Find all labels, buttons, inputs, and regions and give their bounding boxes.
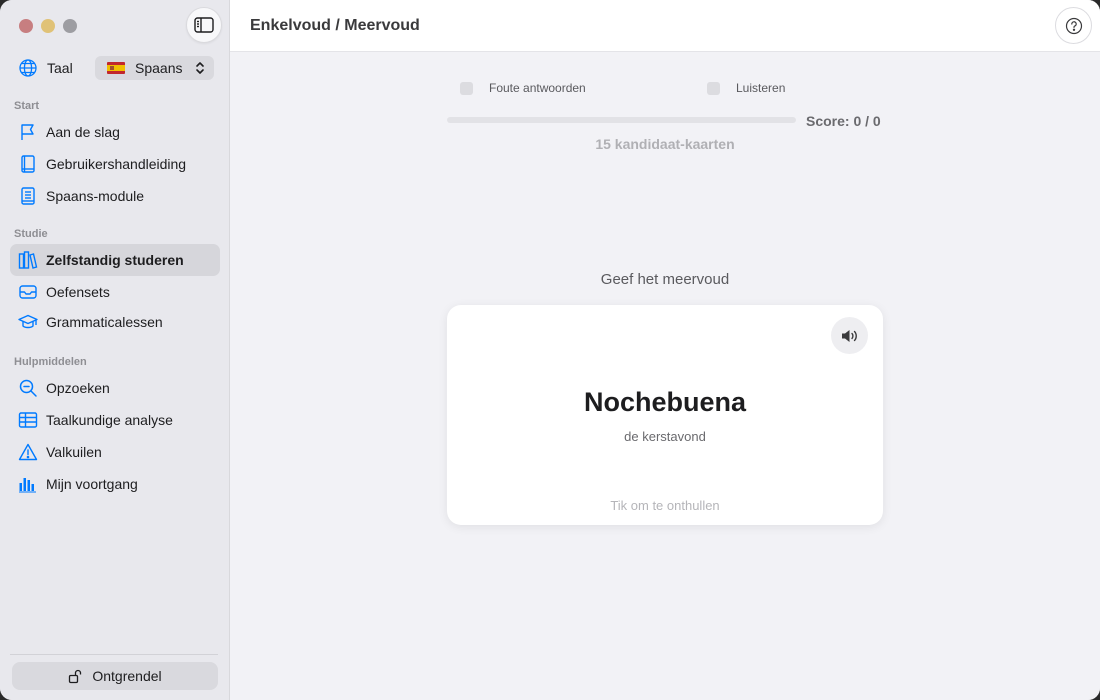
spain-flag-icon (107, 62, 125, 74)
unlock-icon (69, 669, 82, 683)
main-content: Enkelvoud / Meervoud Foute antwoorden Lu… (230, 0, 1100, 700)
sidebar-item-gebruikershandleiding[interactable]: Gebruikershandleiding (10, 148, 220, 180)
listen-label: Luisteren (736, 81, 786, 95)
sidebar-item-label: Oefensets (46, 284, 110, 300)
sidebar-item-oefensets[interactable]: Oefensets (10, 276, 220, 308)
help-button[interactable] (1055, 7, 1092, 44)
sidebar-item-opzoeken[interactable]: Opzoeken (10, 372, 220, 404)
score-label: Score: 0 / 0 (806, 113, 881, 129)
sidebar-item-label: Opzoeken (46, 380, 110, 396)
section-title-start: Start (14, 100, 40, 112)
wrong-answers-checkbox[interactable] (460, 81, 473, 95)
card-translation: de kerstavond (624, 429, 706, 444)
window-controls (19, 19, 77, 33)
candidate-count: 15 kandidaat-kaarten (595, 136, 735, 152)
sidebar-item-valkuilen[interactable]: Valkuilen (10, 436, 220, 468)
sidebar-item-label: Mijn voortgang (46, 476, 138, 492)
listen-option[interactable]: Luisteren (707, 80, 785, 96)
books-icon (18, 250, 38, 270)
sidebar-item-label: Valkuilen (46, 444, 102, 460)
language-value: Spaans (135, 60, 183, 76)
section-title-hulpmiddelen: Hulpmiddelen (14, 356, 87, 368)
sidebar-item-aan-de-slag[interactable]: Aan de slag (10, 116, 220, 148)
sidebar-item-zelfstandig-studeren[interactable]: Zelfstandig studeren (10, 244, 220, 276)
graduation-cap-icon (18, 312, 38, 332)
reveal-hint: Tik om te onthullen (610, 498, 720, 513)
flashcard[interactable]: Nochebuena de kerstavond Tik om te onthu… (447, 305, 883, 525)
document-icon (18, 186, 38, 206)
sidebar-item-spaans-module[interactable]: Spaans-module (10, 180, 220, 212)
unlock-label: Ontgrendel (92, 668, 162, 684)
sidebar-item-label: Aan de slag (46, 124, 120, 140)
wrong-answers-option[interactable]: Foute antwoorden (460, 80, 586, 96)
bar-chart-icon (18, 474, 38, 494)
sidebar-item-taalkundige-analyse[interactable]: Taalkundige analyse (10, 404, 220, 436)
listen-checkbox[interactable] (707, 81, 720, 95)
question-prompt: Geef het meervoud (600, 271, 730, 288)
language-row: Taal Spaans (18, 56, 214, 80)
sidebar-item-label: Spaans-module (46, 188, 145, 204)
language-select[interactable]: Spaans (95, 56, 214, 80)
card-word: Nochebuena (583, 387, 747, 417)
language-label: Taal (47, 60, 73, 76)
sidebar: Taal Spaans Start Aan de slag Gebruikers… (0, 0, 230, 700)
table-icon (18, 410, 38, 430)
tray-icon (18, 282, 38, 302)
sidebar-item-label: Zelfstandig studeren (46, 252, 184, 268)
chevron-up-down-icon (196, 62, 204, 74)
question-mark-icon (1065, 17, 1082, 34)
sidebar-item-label: Gebruikershandleiding (46, 156, 187, 172)
magnifier-icon (18, 378, 38, 398)
sidebar-divider (10, 654, 218, 655)
progress-bar (447, 117, 796, 123)
sidebar-item-grammaticalessen[interactable]: Grammaticalessen (10, 306, 220, 338)
play-audio-button[interactable] (831, 317, 868, 354)
wrong-answers-label: Foute antwoorden (489, 81, 586, 95)
page-title: Enkelvoud / Meervoud (250, 17, 420, 34)
app-window: Taal Spaans Start Aan de slag Gebruikers… (0, 0, 1100, 700)
book-icon (18, 154, 38, 174)
sidebar-icon (194, 17, 214, 33)
close-window-button[interactable] (19, 19, 33, 33)
speaker-icon (841, 329, 857, 342)
section-title-studie: Studie (14, 228, 48, 240)
warning-icon (18, 442, 38, 462)
sidebar-toggle-button[interactable] (186, 7, 222, 43)
sidebar-item-mijn-voortgang[interactable]: Mijn voortgang (10, 468, 220, 500)
sidebar-item-label: Taalkundige analyse (46, 412, 173, 428)
minimize-window-button[interactable] (41, 19, 55, 33)
globe-icon (19, 59, 37, 77)
toolbar: Enkelvoud / Meervoud (230, 0, 1100, 52)
unlock-button[interactable]: Ontgrendel (12, 662, 218, 690)
flag-icon (18, 122, 38, 142)
zoom-window-button[interactable] (63, 19, 77, 33)
sidebar-item-label: Grammaticalessen (46, 314, 163, 330)
